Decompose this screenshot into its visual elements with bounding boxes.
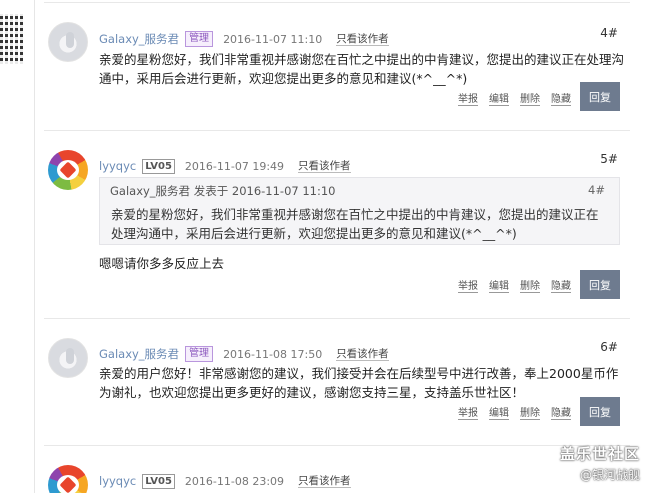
level-badge: LV05 bbox=[142, 473, 175, 489]
post-actions: 举报 编辑 删除 隐藏 bbox=[458, 408, 571, 420]
author-only-link[interactable]: 只看该作者 bbox=[298, 160, 351, 173]
author-only-link[interactable]: 只看该作者 bbox=[336, 348, 389, 361]
post-divider bbox=[44, 2, 630, 3]
author-only-link[interactable]: 只看该作者 bbox=[336, 33, 389, 46]
avatar[interactable] bbox=[48, 22, 88, 62]
delete-link[interactable]: 删除 bbox=[520, 408, 540, 420]
avatar-camera-icon bbox=[66, 32, 74, 48]
delete-link[interactable]: 删除 bbox=[520, 94, 540, 106]
post-date: 2016-11-07 19:49 bbox=[184, 159, 285, 173]
post-meta: Galaxy_服务君 管理 2016-11-07 11:10 只看该作者 bbox=[99, 31, 389, 47]
hide-link[interactable]: 隐藏 bbox=[551, 94, 571, 106]
post-meta: Galaxy_服务君 管理 2016-11-08 17:50 只看该作者 bbox=[99, 346, 389, 362]
post-actions: 举报 编辑 删除 隐藏 bbox=[458, 281, 571, 293]
post-meta: lyyqyc LV05 2016-11-08 23:09 只看该作者 bbox=[99, 473, 351, 489]
avatar[interactable] bbox=[48, 338, 88, 378]
post-content: 嗯嗯请你多多反应上去 bbox=[99, 256, 225, 271]
edit-link[interactable]: 编辑 bbox=[489, 281, 509, 293]
hide-link[interactable]: 隐藏 bbox=[551, 281, 571, 293]
username-link[interactable]: lyyqyc bbox=[99, 159, 136, 173]
admin-badge: 管理 bbox=[185, 346, 214, 362]
username-link[interactable]: Galaxy_服务君 bbox=[99, 346, 179, 362]
post-divider bbox=[44, 318, 630, 319]
post-date: 2016-11-08 17:50 bbox=[223, 347, 323, 361]
post-actions: 举报 编辑 删除 隐藏 bbox=[458, 94, 571, 106]
post-date: 2016-11-08 23:09 bbox=[184, 474, 285, 488]
report-link[interactable]: 举报 bbox=[458, 408, 478, 420]
watermark-site: 盖乐世社区 bbox=[559, 445, 640, 463]
floor-number: 6# bbox=[600, 340, 618, 354]
qr-code bbox=[0, 14, 24, 64]
reply-button[interactable]: 回复 bbox=[580, 82, 620, 111]
hide-link[interactable]: 隐藏 bbox=[551, 408, 571, 420]
report-link[interactable]: 举报 bbox=[458, 281, 478, 293]
post-divider bbox=[44, 445, 630, 446]
report-link[interactable]: 举报 bbox=[458, 94, 478, 106]
floor-number: 5# bbox=[600, 152, 618, 166]
quote-header: Galaxy_服务君 发表于 2016-11-07 11:10 bbox=[110, 184, 336, 198]
avatar[interactable] bbox=[48, 150, 88, 190]
post-date: 2016-11-07 11:10 bbox=[223, 32, 323, 46]
post-content: 亲爱的用户您好！非常感谢您的建议，我们接受并会在后续型号中进行改善，奉上2000… bbox=[99, 366, 619, 400]
post-divider bbox=[44, 130, 630, 131]
avatar[interactable] bbox=[48, 465, 88, 493]
floor-number: 4# bbox=[600, 26, 618, 40]
column-divider bbox=[34, 0, 35, 493]
post-meta: lyyqyc LV05 2016-11-07 19:49 只看该作者 bbox=[99, 158, 351, 174]
reply-button[interactable]: 回复 bbox=[580, 270, 620, 299]
watermark: 盖乐世社区 @银河战舰 bbox=[560, 443, 640, 483]
edit-link[interactable]: 编辑 bbox=[489, 94, 509, 106]
delete-link[interactable]: 删除 bbox=[520, 281, 540, 293]
quote-body: 亲爱的星粉您好，我们非常重视并感谢您在百忙之中提出的中肯建议，您提出的建议正在处… bbox=[111, 207, 599, 241]
admin-badge: 管理 bbox=[185, 31, 214, 47]
username-link[interactable]: Galaxy_服务君 bbox=[99, 31, 179, 47]
watermark-author: @银河战舰 bbox=[579, 468, 640, 482]
username-link[interactable]: lyyqyc bbox=[99, 474, 136, 488]
author-only-link[interactable]: 只看该作者 bbox=[298, 475, 351, 488]
quote-floor: 4# bbox=[588, 183, 605, 197]
avatar-camera-icon bbox=[66, 348, 74, 364]
quote-block: Galaxy_服务君 发表于 2016-11-07 11:10 4# 亲爱的星粉… bbox=[99, 177, 620, 245]
reply-button[interactable]: 回复 bbox=[580, 397, 620, 426]
edit-link[interactable]: 编辑 bbox=[489, 408, 509, 420]
post-content: 亲爱的星粉您好，我们非常重视并感谢您在百忙之中提出的中肯建议，您提出的建议正在处… bbox=[99, 52, 625, 86]
level-badge: LV05 bbox=[142, 158, 175, 174]
